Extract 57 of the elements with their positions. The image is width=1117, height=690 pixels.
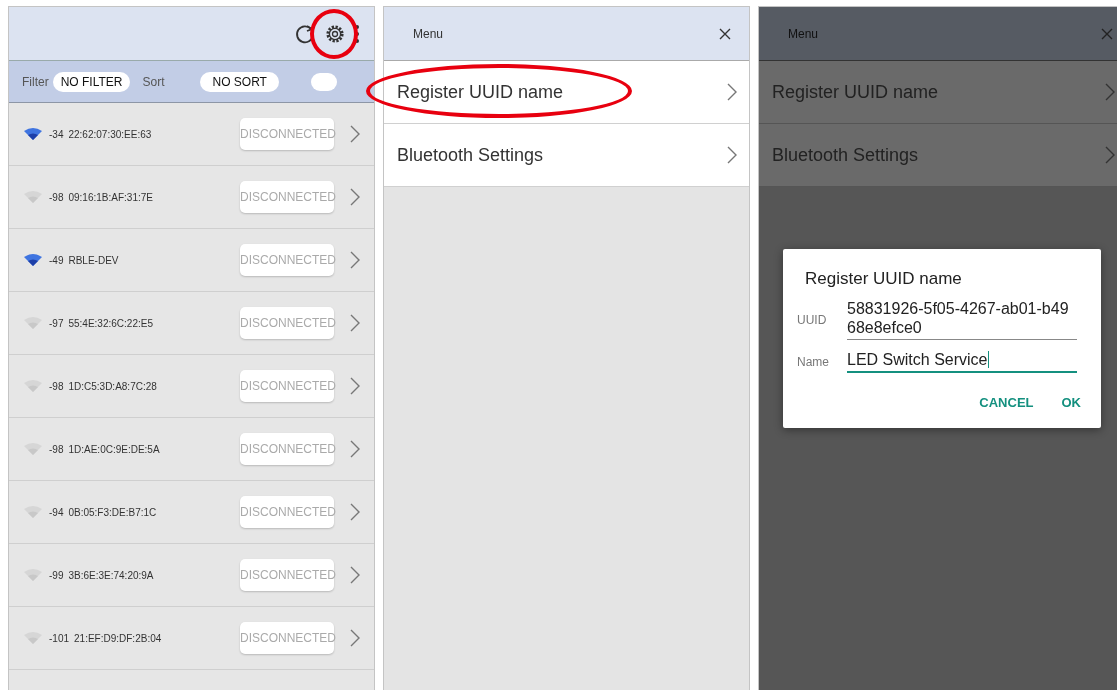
device-address: 3B:6E:3E:74:20:9A — [68, 569, 155, 581]
device-row[interactable]: -101 21:EF:D9:DF:2B:04 DISCONNECTED — [9, 607, 374, 670]
chevron-icon[interactable] — [350, 188, 360, 206]
dialog-button[interactable]: OK — [1057, 391, 1085, 414]
input-field[interactable]: LED Switch Service — [847, 350, 1077, 373]
device-address: 1D:C5:3D:A8:7C:28 — [68, 380, 158, 392]
rssi-value: -98 — [49, 380, 64, 392]
device-row[interactable]: -34 22:62:07:30:EE:63 DISCONNECTED — [9, 103, 374, 166]
rssi-value: -99 — [49, 569, 64, 581]
device-address: 1D:AE:0C:9E:DE:5A — [68, 443, 161, 455]
filter-label: Filter — [22, 74, 49, 89]
chevron-icon[interactable] — [350, 566, 360, 584]
chevron-icon — [1105, 83, 1115, 101]
rssi-value: -98 — [49, 191, 64, 203]
rssi-value: -101 — [49, 632, 69, 644]
field-label: Name — [797, 354, 830, 369]
device-address: 09:16:1B:AF:31:7E — [68, 191, 154, 203]
filter-button[interactable]: NO FILTER — [52, 71, 131, 92]
device-address: 22:62:07:30:EE:63 — [68, 128, 153, 140]
chevron-icon — [727, 83, 737, 101]
chevron-icon[interactable] — [350, 503, 360, 521]
chevron-icon[interactable] — [350, 377, 360, 395]
device-row[interactable]: -94 0B:05:F3:DE:B7:1C DISCONNECTED — [9, 481, 374, 544]
menu-title: Menu — [788, 26, 819, 41]
chevron-icon[interactable] — [350, 314, 360, 332]
device-address: 55:4E:32:6C:22:E5 — [68, 317, 154, 329]
chevron-icon[interactable] — [350, 440, 360, 458]
rssi-value: -34 — [49, 128, 64, 140]
device-address: 0B:05:F3:DE:B7:1C — [68, 506, 158, 518]
chevron-icon[interactable] — [350, 125, 360, 143]
menu-title: Menu — [413, 26, 444, 41]
dialog-button[interactable]: CANCEL — [975, 391, 1038, 414]
rssi-value: -49 — [49, 254, 64, 266]
close-icon[interactable] — [719, 27, 731, 40]
device-row[interactable]: -98 1D:C5:3D:A8:7C:28 DISCONNECTED — [9, 355, 374, 418]
chevron-icon — [727, 146, 737, 164]
device-row[interactable]: -49 RBLE-DEV DISCONNECTED — [9, 229, 374, 292]
chevron-icon[interactable] — [350, 629, 360, 647]
device-address: 21:EF:D9:DF:2B:04 — [74, 632, 163, 644]
rssi-value: -98 — [49, 443, 64, 455]
menu-item[interactable]: Register UUID name — [384, 61, 749, 124]
sort-label: Sort — [142, 74, 165, 89]
rssi-value: -97 — [49, 317, 64, 329]
device-row[interactable]: -97 55:4E:32:6C:22:E5 DISCONNECTED — [9, 292, 374, 355]
device-row[interactable]: -98 09:16:1B:AF:31:7E DISCONNECTED — [9, 166, 374, 229]
input-field[interactable]: 58831926-5f05-4267-ab01-b4968e8efce0 — [847, 299, 1077, 340]
device-row[interactable]: -99 3B:6E:3E:74:20:9A DISCONNECTED — [9, 544, 374, 607]
chevron-icon — [1105, 146, 1115, 164]
sort-button[interactable]: NO SORT — [200, 71, 279, 92]
device-address: RBLE-DEV — [68, 254, 120, 266]
more-options-icon[interactable] — [354, 22, 360, 45]
dialog-title: Register UUID name — [805, 269, 963, 289]
device-row[interactable]: -98 1D:AE:0C:9E:DE:5A DISCONNECTED — [9, 418, 374, 481]
rssi-value: -94 — [49, 506, 64, 518]
toggle-switch[interactable] — [310, 72, 337, 91]
field-label: UUID — [797, 312, 828, 327]
chevron-icon[interactable] — [350, 251, 360, 269]
